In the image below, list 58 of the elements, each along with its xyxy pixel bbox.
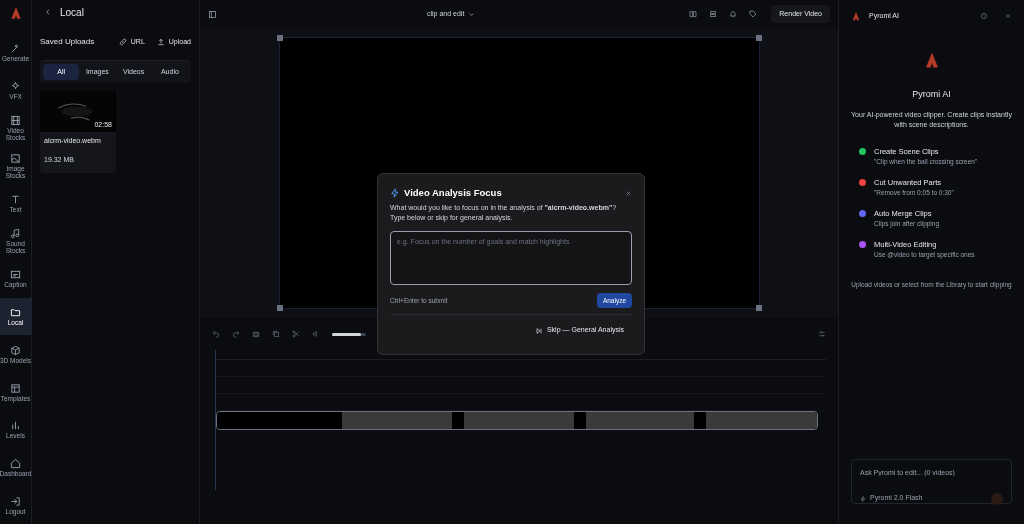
timeline-tool[interactable] [292, 330, 300, 338]
close-icon [625, 189, 632, 197]
image-icon [10, 152, 21, 164]
timeline-tool[interactable] [312, 330, 320, 338]
folder-icon [10, 307, 21, 319]
scissors-icon [292, 330, 300, 338]
resize-handle[interactable] [755, 305, 762, 311]
sidebar-toggle-icon [208, 9, 217, 19]
timeline-tool[interactable] [252, 330, 260, 338]
dialog-title: Video Analysis Focus [404, 186, 503, 200]
back-icon [44, 8, 52, 16]
toolbar-button[interactable] [709, 10, 718, 18]
film-icon [10, 115, 21, 127]
header-button[interactable] [1004, 12, 1012, 20]
timeline-tool[interactable] [212, 330, 220, 338]
text-icon [10, 194, 21, 205]
close-button[interactable] [625, 189, 632, 197]
sparkles-icon [10, 80, 21, 92]
sliders-icon [818, 330, 826, 338]
video-clip[interactable] [216, 411, 818, 430]
undo-icon [212, 330, 220, 338]
toolbar-button[interactable] [729, 10, 738, 18]
chevron-down-icon [468, 10, 476, 18]
history-icon [980, 12, 988, 20]
tag-icon [749, 10, 758, 18]
bolt-icon [860, 495, 866, 502]
layers-icon [709, 10, 718, 18]
layout-icon [10, 382, 21, 394]
toolbar-button[interactable] [749, 10, 758, 18]
section-title: Saved Uploads [40, 36, 96, 48]
settings-button[interactable] [818, 330, 826, 338]
timeline-tool[interactable] [272, 330, 280, 338]
volume-icon [312, 330, 320, 338]
caption-icon [10, 269, 21, 281]
toolbar-button[interactable] [689, 10, 698, 18]
skip-icon [534, 326, 543, 335]
music-icon [10, 228, 21, 240]
resize-handle[interactable] [276, 305, 283, 311]
book-icon [689, 10, 698, 18]
panel-title: Local [60, 5, 84, 20]
bars-icon [10, 420, 21, 432]
resize-handle[interactable] [755, 35, 762, 41]
timeline-tool[interactable] [232, 330, 240, 338]
close-icon [1004, 12, 1012, 20]
assistant-heading: Pyromi AI [912, 88, 951, 101]
camera-icon [252, 330, 260, 338]
redo-icon [232, 330, 240, 338]
resize-handle[interactable] [276, 35, 283, 41]
link-icon [118, 38, 127, 46]
header-button[interactable] [980, 12, 988, 20]
bolt-icon [390, 188, 400, 199]
wand-icon [10, 43, 21, 55]
cube-icon [10, 344, 21, 356]
home-icon [10, 457, 21, 469]
copy-icon [272, 330, 280, 338]
upload-icon [156, 38, 165, 46]
logout-icon [10, 495, 21, 507]
bell-icon [729, 10, 738, 18]
